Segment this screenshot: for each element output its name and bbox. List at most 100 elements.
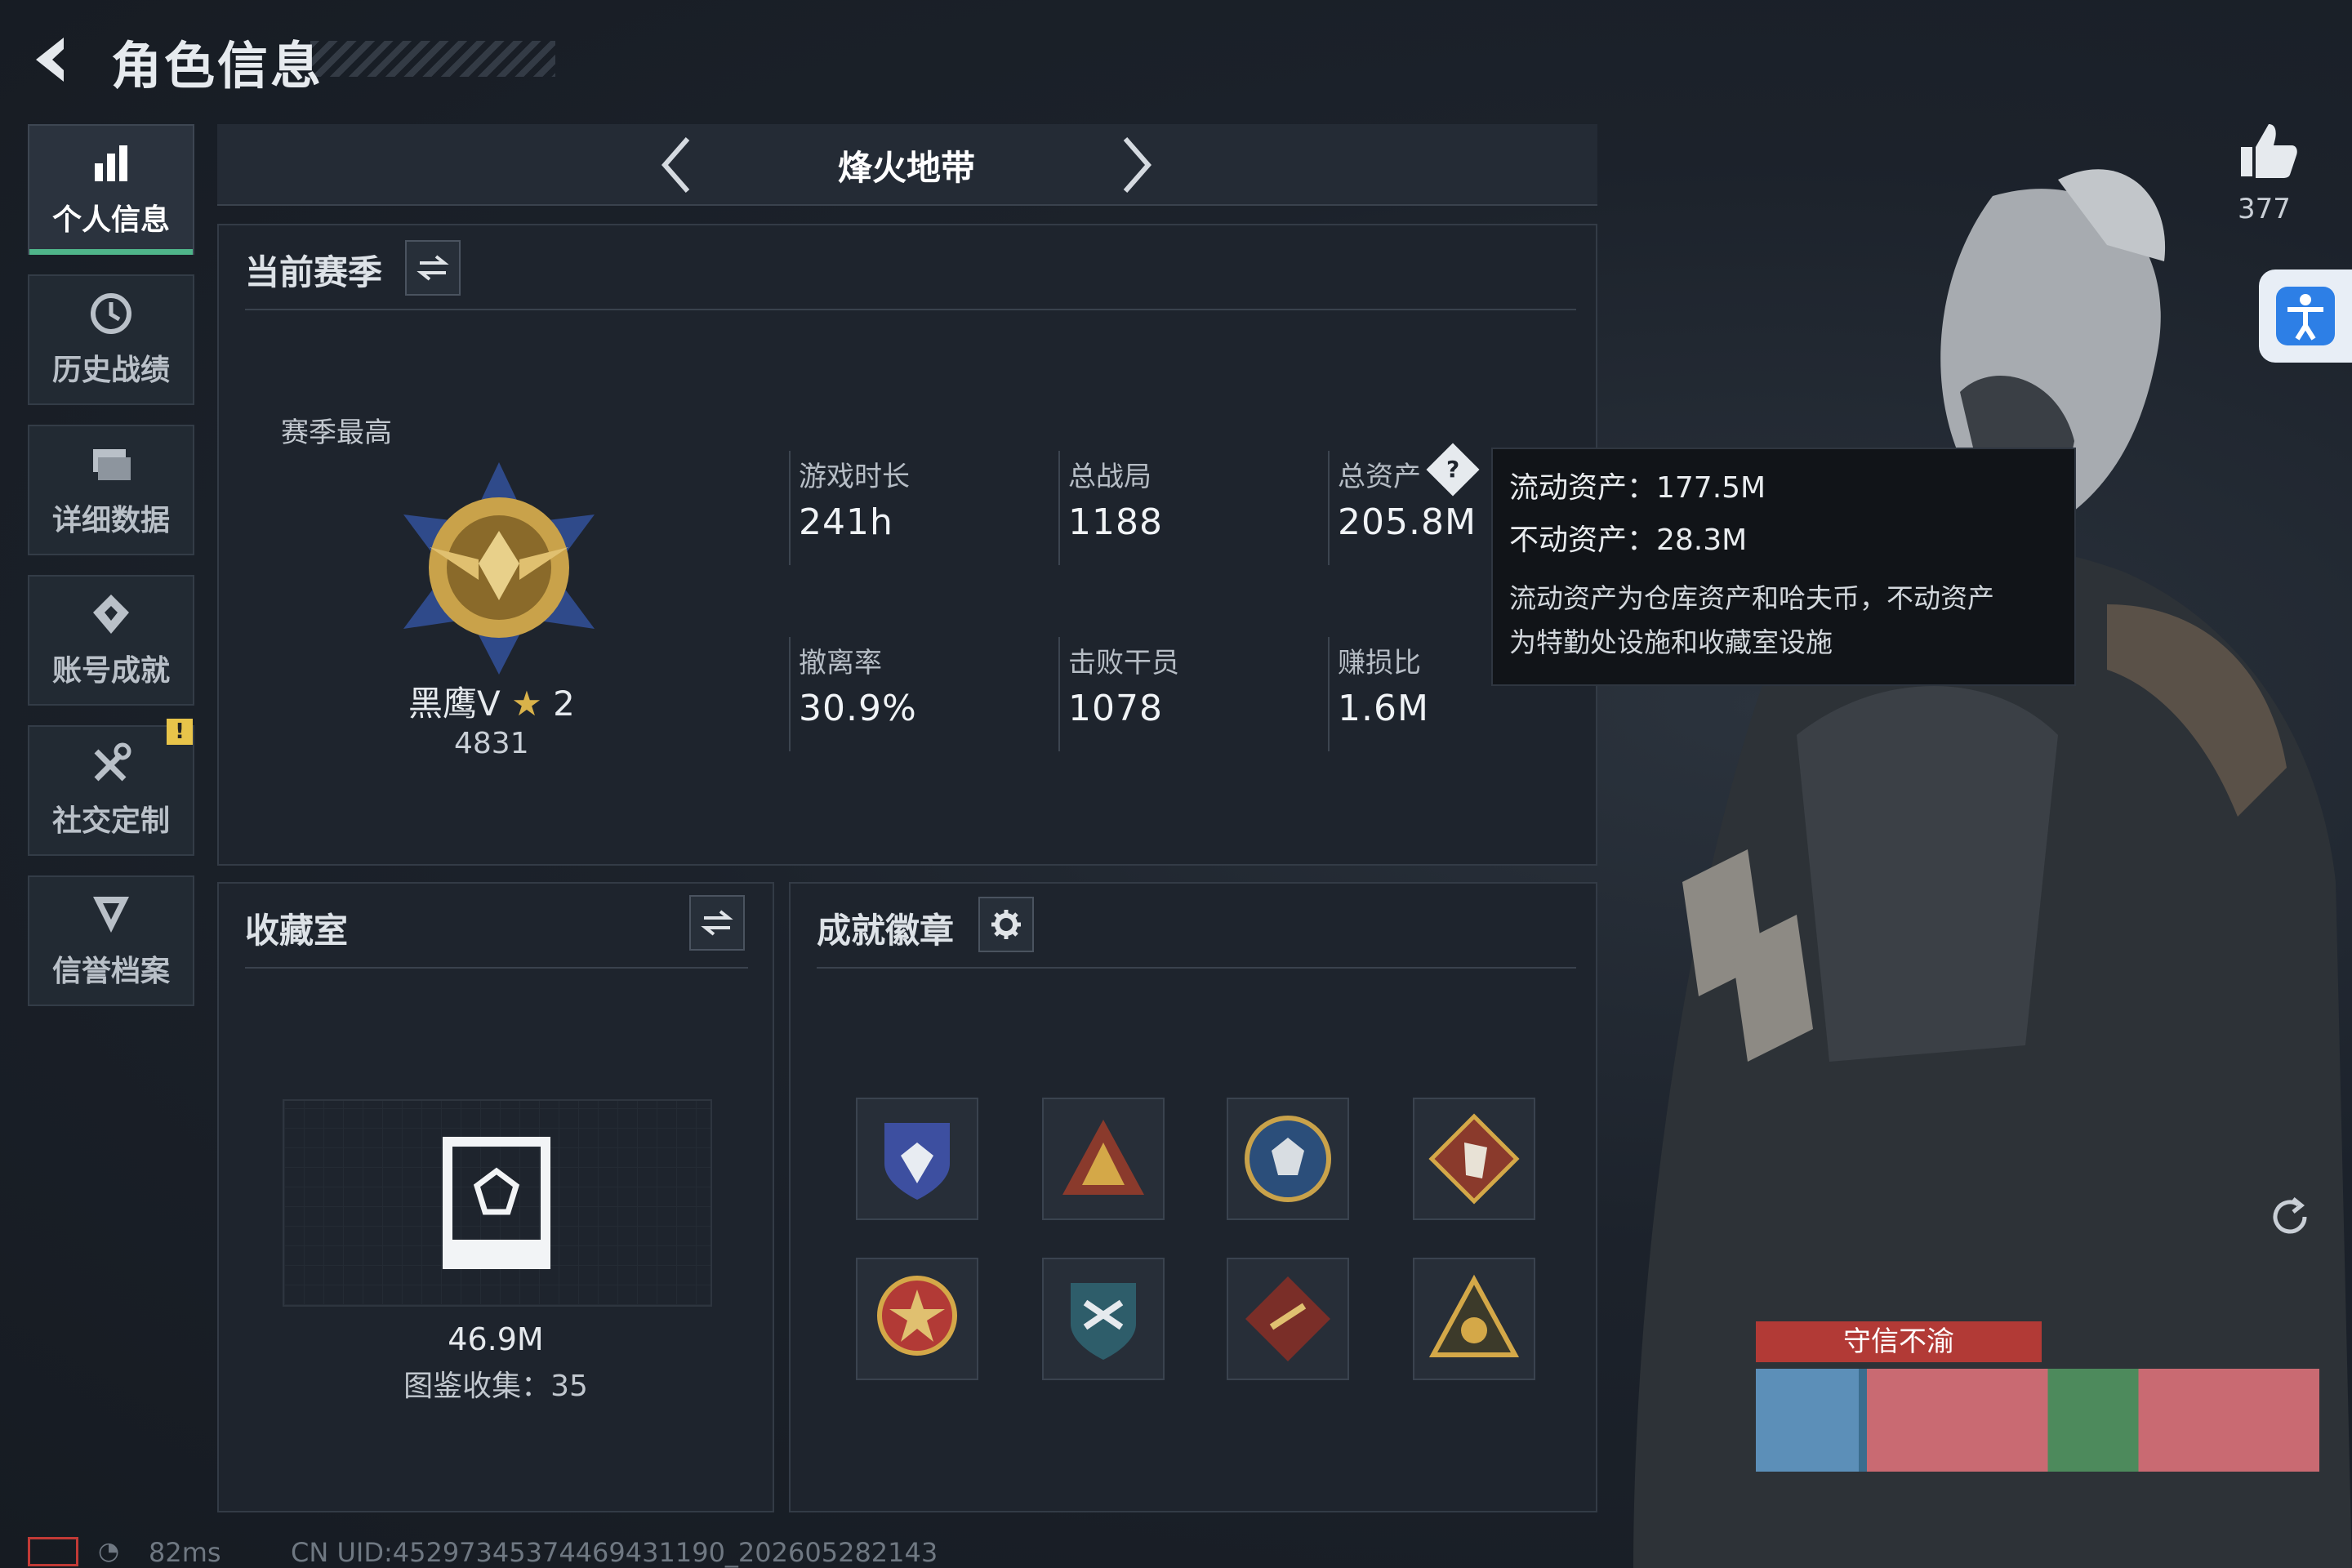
display-case-icon [443,1137,550,1269]
divider [789,451,791,565]
shield-badge-icon [884,1123,950,1200]
uid-text: CN UID:452973453744694311​90_20260528214… [291,1537,938,1568]
sidebar-item-personal-info[interactable]: 个人信息 [28,124,194,255]
divider [245,309,1576,310]
nameplate-card [1756,1369,2319,1472]
sidebar-item-reputation[interactable]: 信誉档案 [28,875,194,1006]
mode-title: 烽火地带 [837,148,975,188]
achievement-badge-star[interactable] [856,1258,978,1380]
divider [817,967,1576,969]
collection-title: 收藏室 [245,911,349,951]
avatar [1756,1369,1859,1472]
stat-label: 游戏时长 [799,461,910,493]
sidebar-item-label: 账号成就 [51,654,170,688]
stat-label: 击败干员 [1068,647,1179,679]
achievements-title: 成就徽章 [817,911,955,951]
achievement-badge-arrows[interactable] [1042,1258,1165,1380]
battery-icon [28,1537,78,1566]
divider [1328,451,1330,565]
divider [1058,637,1060,751]
alert-badge: ! [167,719,193,745]
sidebar-item-label: 信誉档案 [51,955,170,988]
stat-value: 1188 [1068,501,1163,543]
accessibility-button[interactable] [2259,270,2352,363]
collection-catalog: 图鉴收集：35 [403,1370,588,1403]
horse-badge-icon [1428,1113,1520,1205]
rank-emblem-icon [403,462,595,675]
rank-score: 4831 [454,727,529,760]
collection-swap-button[interactable] [689,895,745,951]
stat-value: 1078 [1068,688,1163,729]
sidebar-item-social[interactable]: 社交定制 [28,725,194,856]
collection-value: 46.9M [448,1321,544,1357]
stat-label: 撤离率 [799,647,882,679]
swap-icon [416,255,449,281]
achievement-badge-triangle[interactable] [1413,1258,1535,1380]
star-icon: ★ [511,684,542,724]
season-swap-button[interactable] [405,240,461,296]
achievement-badge-hand[interactable] [1042,1098,1165,1220]
sidebar-item-history[interactable]: 历史战绩 [28,274,194,405]
divider [789,637,791,751]
shield-icon [93,897,129,933]
stat-label: 总战局 [1068,461,1152,493]
rank-stars: 2 [553,684,575,724]
accessibility-icon [2276,287,2335,345]
stat-label: 总资产 [1338,461,1421,493]
divider [1328,637,1330,751]
rotate-icon[interactable] [2265,1192,2314,1241]
divider [1058,451,1060,565]
sidebar-item-label: 社交定制 [51,804,170,838]
title-decoration [310,41,555,77]
stat-value: 30.9% [799,688,917,729]
sidebar-item-label: 个人信息 [51,203,170,237]
folder-icon [93,449,131,480]
swap-icon [701,910,733,936]
trophy-icon [93,595,129,634]
rank-name: 黑鹰V [408,684,501,724]
achievement-badge-shield[interactable] [856,1098,978,1220]
sidebar-item-label: 详细数据 [51,504,170,537]
stat-value: 241h [799,501,893,543]
back-arrow-icon[interactable] [24,31,82,88]
season-best-label: 赛季最高 [281,416,392,449]
clock-icon [91,293,131,334]
triangle-badge-icon [1428,1274,1520,1357]
achievements-settings-button[interactable] [978,897,1034,952]
stat-label: 赚损比 [1338,647,1421,679]
chevron-right-icon[interactable] [1111,132,1160,198]
achievement-badge-horse[interactable] [1413,1098,1535,1220]
sidebar-item-label: 历史战绩 [51,354,170,387]
card-background-art [1867,1369,2319,1472]
nameplate-title: 守信不渝 [1756,1321,2042,1362]
sidebar-item-details[interactable]: 详细数据 [28,425,194,555]
page-title: 角色信息 [111,36,324,96]
weapon-badge-icon [1245,1276,1330,1361]
like-count: 377 [2238,193,2291,225]
stat-value: 205.8M [1338,501,1477,543]
wolf-badge-icon [1245,1116,1331,1202]
rank-name-row: 黑鹰V ★ 2 [408,676,575,726]
star-badge-icon [877,1276,957,1356]
collection-room-preview[interactable] [283,1099,712,1307]
tools-icon [94,742,131,782]
tooltip-liquid: 流动资产：177.5M [1509,471,1766,505]
bar-chart-icon [95,145,127,181]
ping-text: 82ms [149,1537,221,1568]
wifi-icon: ◔ [98,1537,120,1566]
achievement-badge-wolf[interactable] [1227,1098,1349,1220]
tooltip-desc-line1: 流动资产为仓库资产和哈夫币，不动资产 [1509,582,1994,614]
sidebar-item-achievements[interactable]: 账号成就 [28,575,194,706]
tooltip-fixed: 不动资产：28.3M [1509,523,1748,557]
hand-badge-icon [1062,1120,1144,1195]
chevron-left-icon[interactable] [653,132,702,198]
thumbs-up-icon[interactable] [2238,119,2300,181]
arrows-badge-icon [1071,1283,1136,1360]
assets-tooltip: 流动资产：177.5M 不动资产：28.3M 流动资产为仓库资产和哈夫币，不动资… [1491,448,2076,686]
stat-value: 1.6M [1338,688,1429,729]
season-title: 当前赛季 [245,252,383,292]
divider [245,967,748,969]
achievement-badge-weapon[interactable] [1227,1258,1349,1380]
gear-icon [991,910,1021,939]
tooltip-desc-line2: 为特勤处设施和收藏室设施 [1509,626,1833,658]
